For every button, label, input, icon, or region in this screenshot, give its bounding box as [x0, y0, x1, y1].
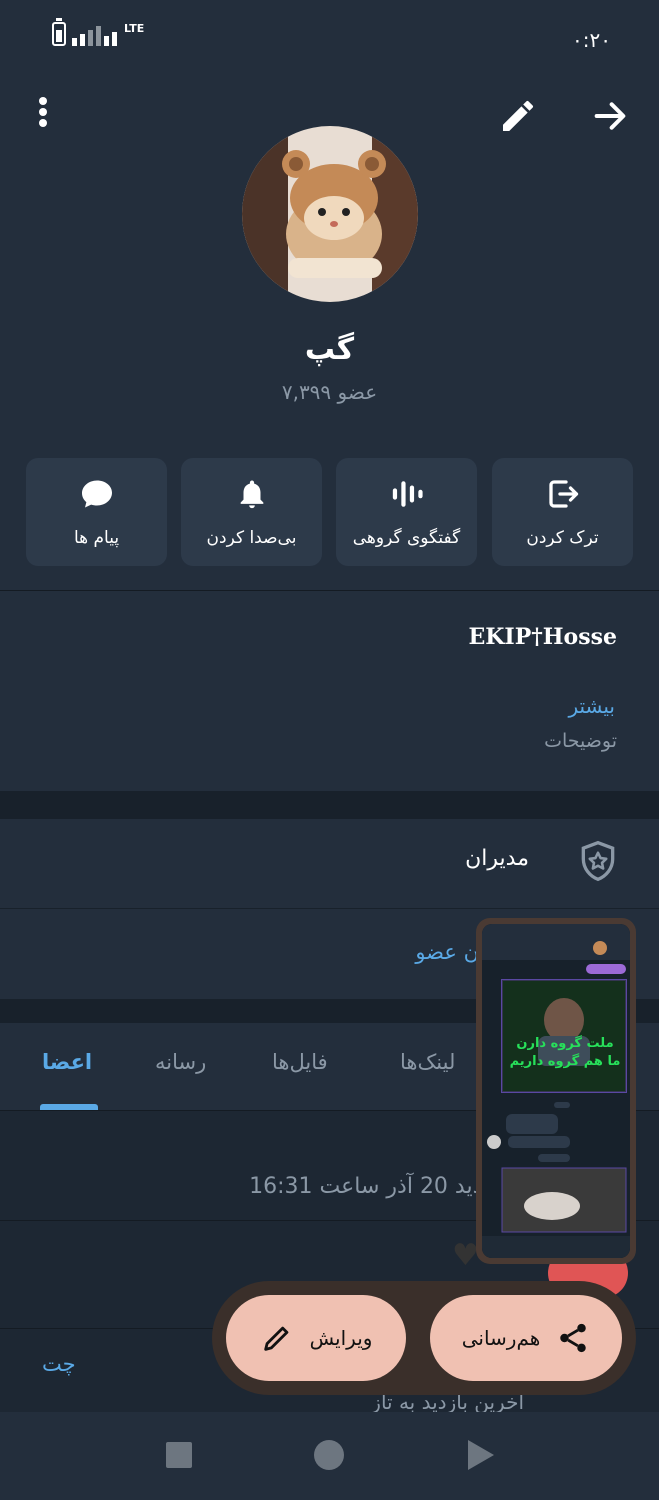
screenshot-preview[interactable]: ملت گروه دارن ما هم گروه داریم [476, 918, 636, 1264]
section-gap [0, 791, 659, 819]
network-type: LTE [124, 22, 145, 35]
tab-media[interactable]: رسانه [155, 1050, 206, 1074]
group-title: گپ [304, 332, 355, 367]
add-member-link[interactable]: ن عضو [415, 940, 479, 964]
back-nav-icon[interactable] [468, 1440, 494, 1470]
share-button[interactable]: هم‌رسانی [430, 1295, 622, 1381]
bell-icon [240, 480, 263, 509]
recents-icon[interactable] [166, 1442, 192, 1468]
preview-meme-text: ملت گروه دارن ما هم گروه داریم [506, 1035, 624, 1071]
clock: ۰:۲۰ [572, 28, 611, 52]
chat-link[interactable]: چت [42, 1352, 76, 1376]
voice-chat-button[interactable]: گفتگوی گروهی [336, 458, 477, 566]
group-avatar[interactable] [242, 126, 418, 302]
tab-links[interactable]: لینک‌ها [400, 1050, 455, 1074]
pencil-icon [263, 1326, 288, 1351]
meme-line-2: ما هم گروه داریم [509, 1054, 621, 1069]
admins-row[interactable]: مدیران [465, 846, 529, 871]
voice-chat-icon [392, 481, 423, 507]
leave-button[interactable]: ترک کردن [492, 458, 633, 566]
meme-line-1: ملت گروه دارن [516, 1036, 614, 1051]
back-arrow-icon[interactable] [590, 96, 630, 136]
tab-members[interactable]: اعضا [42, 1050, 92, 1074]
mute-label: بی‌صدا کردن [206, 528, 297, 548]
share-icon [560, 1323, 587, 1353]
messages-button[interactable]: پیام ها [26, 458, 167, 566]
more-link[interactable]: بیشتر [568, 694, 615, 718]
edit-button-label: ویرایش [309, 1326, 373, 1350]
heart-icon: ♥ [452, 1238, 479, 1273]
share-button-label: هم‌رسانی [461, 1326, 541, 1350]
group-bio: EKIP†Hosse [468, 624, 617, 650]
edit-pencil-icon[interactable] [498, 96, 538, 136]
battery-icon [52, 18, 66, 46]
edit-button[interactable]: ویرایش [226, 1295, 406, 1381]
messages-label: پیام ها [73, 528, 120, 548]
more-menu-icon[interactable] [28, 94, 58, 134]
shield-star-icon [581, 840, 615, 882]
tab-files[interactable]: فایل‌ها [272, 1050, 328, 1074]
voice-chat-label: گفتگوی گروهی [352, 528, 461, 548]
info-section [0, 591, 659, 791]
member-count: ۷,۳۹۹ عضو [281, 380, 378, 404]
divider [0, 908, 659, 909]
tab-indicator [40, 1104, 98, 1110]
mute-button[interactable]: بی‌صدا کردن [181, 458, 322, 566]
description-label: توضیحات [544, 730, 617, 752]
leave-icon [548, 480, 578, 508]
home-icon[interactable] [314, 1440, 344, 1470]
chat-bubble-icon [81, 480, 112, 508]
leave-label: ترک کردن [526, 528, 599, 548]
